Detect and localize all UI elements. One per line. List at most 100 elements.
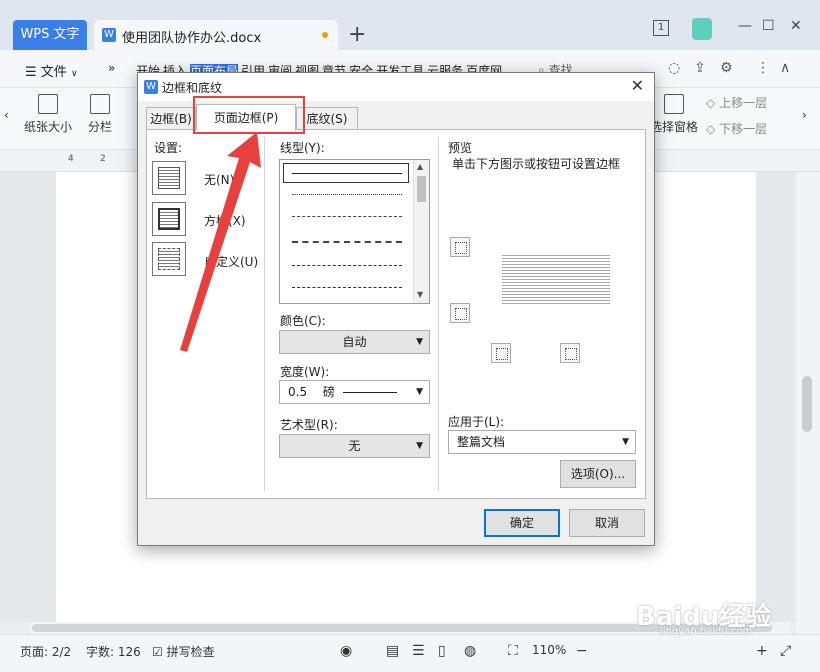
paper-size-icon	[38, 94, 58, 114]
ruler-tick-label: 2	[100, 154, 106, 164]
selection-pane-button[interactable]: 选择窗格	[650, 94, 698, 135]
send-backward-icon: ◇	[706, 122, 716, 136]
avatar[interactable]	[692, 18, 712, 40]
status-bar: 页面: 2/2 字数: 126 ☑ 拼写检查 ◉ ▤ ☰ ▯ ◍ ⛶ 110% …	[0, 634, 820, 672]
zoom-out-icon[interactable]: −	[576, 643, 588, 659]
line-style-dashed[interactable]	[292, 241, 402, 243]
word-count[interactable]: 字数: 126	[86, 643, 141, 660]
maximize-icon[interactable]: ☐	[762, 18, 775, 34]
chevron-down-icon: ▼	[416, 387, 423, 397]
preview-hint: 单击下方图示或按钮可设置边框	[452, 157, 621, 171]
fullscreen-icon[interactable]: ⤢	[780, 643, 791, 659]
new-tab-plus-icon[interactable]: +	[348, 22, 366, 47]
eye-protection-icon[interactable]: ◉	[340, 643, 352, 659]
apply-to-value: 整篇文档	[457, 435, 506, 449]
zoom-level[interactable]: 110%	[532, 643, 566, 657]
scroll-down-icon[interactable]: ▼	[417, 290, 423, 299]
scroll-up-icon[interactable]: ▲	[417, 162, 423, 171]
window-count-badge[interactable]: 1	[653, 20, 669, 36]
collapse-ribbon-icon[interactable]: ∧	[780, 60, 790, 76]
title-bar: WPS 文字 W 使用团队协作办公.docx + 1 — ☐ ✕	[0, 0, 820, 50]
annotation-arrow	[180, 132, 261, 352]
tab-page-border[interactable]: 页面边框(P)	[196, 104, 296, 131]
document-tab[interactable]: W 使用团队协作办公.docx	[94, 20, 338, 50]
ribbon-scroll-right-icon[interactable]: ›	[802, 108, 807, 122]
columns-button[interactable]: 分栏	[88, 94, 112, 135]
chevron-down-icon: ∨	[70, 69, 78, 79]
line-style-dash-dot-dot[interactable]	[292, 287, 402, 288]
ribbon-scroll-left-icon[interactable]: ‹	[4, 108, 9, 122]
apply-to-select[interactable]: 整篇文档 ▼	[448, 430, 636, 454]
file-menu-label: 文件	[40, 65, 67, 80]
minimize-icon[interactable]: —	[738, 18, 752, 34]
wps-dialog-icon: W	[144, 80, 158, 94]
art-select[interactable]: 无 ▼	[279, 434, 430, 458]
close-window-icon[interactable]: ✕	[790, 18, 802, 34]
paper-size-label: 纸张大小	[24, 120, 73, 134]
cancel-button[interactable]: 取消	[569, 509, 645, 537]
tab-borders[interactable]: 边框(B)	[146, 107, 196, 129]
chevron-down-icon: ▼	[416, 337, 423, 347]
width-unit: 磅	[322, 385, 335, 399]
close-icon[interactable]: ✕	[631, 76, 644, 95]
line-style-label: 线型(Y):	[280, 141, 325, 155]
outline-view-icon[interactable]: ☰	[412, 643, 425, 659]
preview-bottom-border-button[interactable]	[450, 303, 470, 323]
columns-label: 分栏	[88, 120, 113, 134]
line-style-dotted[interactable]	[292, 194, 402, 195]
options-button[interactable]: 选项(O)...	[560, 460, 636, 488]
art-value: 无	[348, 439, 361, 453]
more-options-icon[interactable]: ⋮	[756, 60, 770, 76]
paper-size-button[interactable]: 纸张大小	[24, 94, 72, 135]
page-count[interactable]: 页面: 2/2	[20, 643, 71, 660]
art-label: 艺术型(R):	[280, 418, 338, 432]
zoom-in-icon[interactable]: +	[756, 643, 768, 659]
line-style-scroll-thumb[interactable]	[417, 176, 426, 202]
color-label: 颜色(C):	[280, 314, 326, 328]
watermark-url: jingyan.baidu.com	[660, 626, 753, 637]
line-style-solid[interactable]	[292, 173, 402, 174]
comment-icon[interactable]: ◌	[668, 60, 680, 76]
width-value: 0.5	[288, 385, 308, 399]
send-backward-label: 下移一层	[719, 122, 768, 136]
preview-divider	[438, 137, 439, 491]
line-style-list[interactable]: ▲ ▼	[279, 159, 430, 304]
gear-icon[interactable]: ⚙	[720, 60, 733, 76]
bring-forward-label: 上移一层	[719, 96, 768, 110]
vertical-scroll-thumb[interactable]	[802, 376, 812, 432]
file-menu[interactable]: ☰ 文件 ∨	[25, 61, 78, 80]
apply-to-label: 应用于(L):	[448, 415, 505, 429]
checkbox-icon: ☑	[152, 645, 163, 659]
width-select[interactable]: 0.5 磅 ▼	[279, 380, 430, 404]
chevron-down-icon: ▼	[416, 441, 423, 451]
fit-page-icon[interactable]: ⛶	[508, 643, 518, 659]
selection-pane-label: 选择窗格	[650, 120, 699, 134]
reading-view-icon[interactable]: ▯	[438, 643, 446, 659]
preview-left-border-button[interactable]	[491, 343, 511, 363]
width-line-sample	[342, 392, 397, 393]
selection-pane-icon	[664, 94, 684, 114]
app-tab[interactable]: WPS 文字	[13, 20, 87, 50]
color-select[interactable]: 自动 ▼	[279, 330, 430, 354]
web-view-icon[interactable]: ◍	[464, 643, 476, 659]
preview-right-border-button[interactable]	[560, 343, 580, 363]
bring-forward-icon: ◇	[706, 96, 716, 110]
share-icon[interactable]: ⇪	[694, 60, 706, 76]
line-style-dashed-small[interactable]	[292, 216, 402, 217]
more-menu-chevron-icon[interactable]: »	[108, 61, 115, 75]
unsaved-dot-icon	[322, 32, 328, 38]
send-backward-button[interactable]: ◇ 下移一层	[706, 120, 767, 137]
preview-page[interactable]	[502, 253, 610, 305]
hamburger-icon: ☰	[25, 65, 37, 80]
line-style-dash-dot[interactable]	[292, 265, 402, 266]
ruler-tick-label: 4	[68, 154, 74, 164]
vertical-scrollbar[interactable]	[796, 172, 820, 634]
line-style-scrollbar[interactable]: ▲ ▼	[413, 160, 429, 303]
tab-shading[interactable]: 底纹(S)	[296, 107, 358, 129]
preview-top-border-button[interactable]	[450, 237, 470, 257]
color-value: 自动	[342, 335, 367, 349]
page-view-icon[interactable]: ▤	[386, 643, 399, 659]
ok-button[interactable]: 确定	[484, 509, 560, 537]
spell-check-button[interactable]: ☑ 拼写检查	[152, 643, 215, 660]
bring-forward-button[interactable]: ◇ 上移一层	[706, 94, 767, 111]
